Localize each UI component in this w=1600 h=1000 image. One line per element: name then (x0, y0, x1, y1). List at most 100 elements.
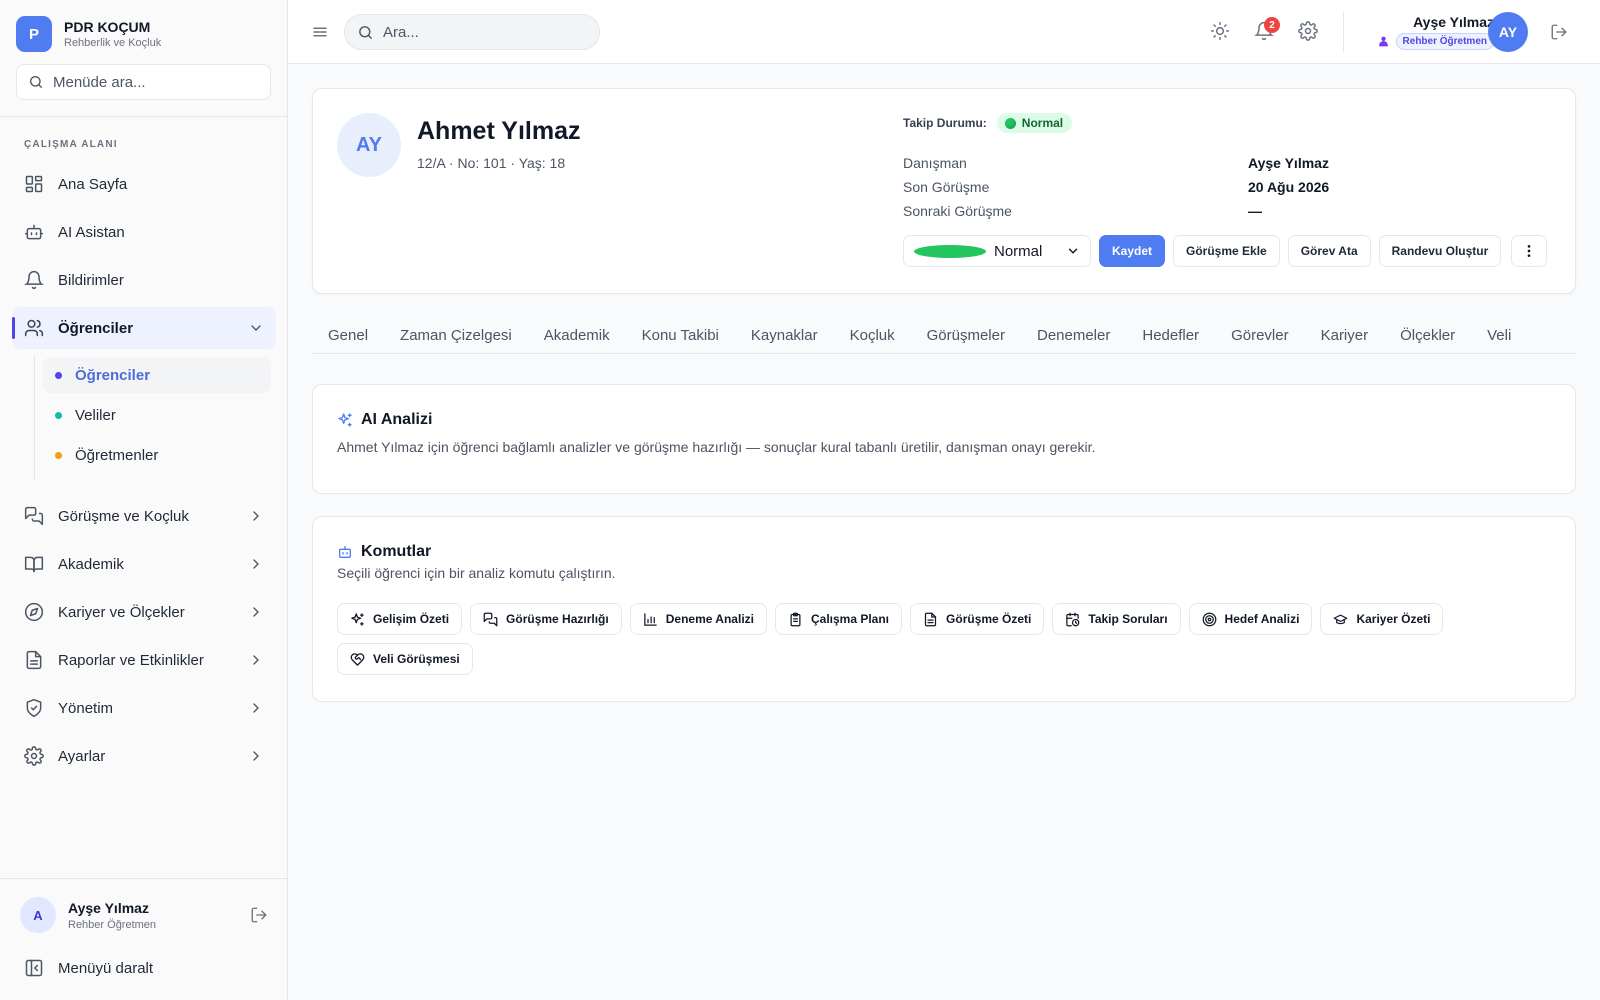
student-avatar: AY (337, 113, 401, 177)
sidebar-item-label: Öğrenciler (58, 319, 134, 337)
sidebar-user: A Ayşe Yılmaz Rehber Öğretmen (20, 897, 268, 933)
info-row: Son Görüşme 20 Ağu 2026 (903, 175, 1543, 199)
graduation-cap-icon (1334, 614, 1348, 624)
create-appointment-button[interactable]: Randevu Oluştur (1378, 235, 1502, 267)
gear-icon[interactable] (1298, 21, 1318, 41)
logout-icon[interactable] (1550, 23, 1568, 41)
sidebar-search-input[interactable] (53, 73, 253, 91)
tab-scales[interactable]: Ölçekler (1384, 316, 1471, 354)
tab-exams[interactable]: Denemeler (1021, 316, 1126, 354)
chat-icon (483, 612, 498, 626)
sidebar-nav: Ana Sayfa AI Asistan Bildirimler Öğrenci… (12, 163, 276, 783)
tab-academic[interactable]: Akademik (528, 316, 626, 354)
calendar-clock-icon (1066, 612, 1080, 626)
sparkles-icon (338, 413, 352, 427)
sun-icon[interactable] (1210, 21, 1230, 41)
divider (0, 116, 287, 117)
subnav-item-parents[interactable]: Veliler (43, 397, 271, 433)
sidebar-item-students[interactable]: Öğrenciler (12, 307, 276, 349)
sidebar-item-meetings-coaching[interactable]: Görüşme ve Koçluk (12, 495, 276, 537)
chevron-right-icon (253, 511, 259, 521)
ai-analysis-description: Ahmet Yılmaz için öğrenci bağlamlı anali… (337, 439, 1096, 455)
command-development-summary[interactable]: Gelişim Özeti (337, 603, 463, 635)
assign-task-button[interactable]: Görev Ata (1287, 235, 1371, 267)
brand[interactable]: P PDR KOÇUM Rehberlik ve Koçluk (16, 16, 161, 52)
subnav-item-students[interactable]: Öğrenciler (43, 357, 271, 393)
panel-collapse-icon (25, 959, 43, 977)
command-label: Takip Soruları (1088, 612, 1168, 626)
sidebar-item-home[interactable]: Ana Sayfa (12, 163, 276, 205)
info-key: Sonraki Görüşme (903, 203, 1012, 219)
command-meeting-prep[interactable]: Görüşme Hazırlığı (470, 603, 622, 635)
tab-timeline[interactable]: Zaman Çizelgesi (384, 316, 528, 354)
student-info-grid: Danışman Ayşe Yılmaz Son Görüşme 20 Ağu … (903, 151, 1543, 223)
subnav-item-teachers[interactable]: Öğretmenler (43, 437, 271, 473)
commands-title: Komutlar (361, 543, 432, 560)
status-badge: Normal (996, 113, 1073, 133)
status-select-value: Normal (994, 242, 1043, 260)
chevron-down-icon (1068, 248, 1078, 254)
tab-general[interactable]: Genel (312, 316, 384, 354)
book-icon (24, 556, 44, 573)
bot-icon (24, 224, 44, 240)
student-profile-card: AY Ahmet Yılmaz 12/A · No: 101 · Yaş: 18… (312, 88, 1576, 294)
tab-parent[interactable]: Veli (1471, 316, 1527, 354)
menu-icon[interactable] (311, 23, 329, 41)
save-button[interactable]: Kaydet (1099, 235, 1166, 267)
sidebar-item-reports-events[interactable]: Raporlar ve Etkinlikler (12, 639, 276, 681)
subnav-item-label: Öğretmenler (75, 446, 159, 464)
student-name: Ahmet Yılmaz (417, 117, 581, 145)
tab-tasks[interactable]: Görevler (1215, 316, 1305, 354)
sidebar-item-label: Raporlar ve Etkinlikler (58, 651, 204, 669)
collapse-menu-button[interactable]: Menüyü daralt (24, 958, 153, 978)
sidebar-item-notifications[interactable]: Bildirimler (12, 259, 276, 301)
tab-goals[interactable]: Hedefler (1126, 316, 1215, 354)
sidebar-search (16, 64, 271, 100)
command-exam-analysis[interactable]: Deneme Analizi (629, 603, 767, 635)
status-select[interactable]: Normal (903, 235, 1091, 267)
command-label: Veli Görüşmesi (373, 652, 460, 666)
info-value: 20 Ağu 2026 (1248, 179, 1330, 195)
command-meeting-summary[interactable]: Görüşme Özeti (910, 603, 1045, 635)
add-meeting-button[interactable]: Görüşme Ekle (1173, 235, 1280, 267)
card-title: AI Analizi (337, 411, 432, 429)
avatar[interactable]: A (20, 897, 56, 933)
command-career-summary[interactable]: Kariyer Özeti (1320, 603, 1444, 635)
sidebar-item-label: Bildirimler (58, 271, 124, 289)
top-user[interactable]: Ayşe Yılmaz Rehber Öğretmen (1377, 13, 1494, 50)
command-study-plan[interactable]: Çalışma Planı (774, 603, 903, 635)
tab-topic-tracking[interactable]: Konu Takibi (626, 316, 735, 354)
tab-meetings[interactable]: Görüşmeler (911, 316, 1021, 354)
sidebar-item-management[interactable]: Yönetim (12, 687, 276, 729)
sidebar-item-label: Yönetim (58, 699, 114, 717)
user-role-icon (1378, 36, 1388, 47)
heart-handshake-icon (350, 652, 365, 666)
brand-logo: P (16, 16, 52, 52)
command-parent-meeting[interactable]: Veli Görüşmesi (337, 643, 473, 675)
command-follow-up-questions[interactable]: Takip Soruları (1052, 603, 1181, 635)
more-options-button[interactable] (1511, 235, 1548, 267)
avatar[interactable]: AY (1488, 12, 1528, 52)
topbar: 2 Ayşe Yılmaz Rehber Öğretmen AY (288, 0, 1600, 64)
sidebar-item-ai-assistant[interactable]: AI Asistan (12, 211, 276, 253)
bullet-dot (55, 451, 62, 459)
users-icon (24, 319, 44, 337)
tab-coaching[interactable]: Koçluk (834, 316, 911, 354)
tab-resources[interactable]: Kaynaklar (735, 316, 834, 354)
info-value: Ayşe Yılmaz (1248, 155, 1329, 171)
sidebar-item-academic[interactable]: Akademik (12, 543, 276, 585)
collapse-menu-label: Menüyü daralt (58, 959, 154, 977)
tab-career[interactable]: Kariyer (1305, 316, 1385, 354)
follow-status-row: Takip Durumu: Normal (903, 113, 1073, 133)
follow-status-label: Takip Durumu: (903, 116, 987, 130)
logout-icon[interactable] (250, 906, 268, 924)
bullet-dot (55, 411, 62, 419)
chevron-right-icon (253, 751, 259, 761)
sidebar-item-settings[interactable]: Ayarlar (12, 735, 276, 777)
student-tabs: Genel Zaman Çizelgesi Akademik Konu Taki… (312, 316, 1576, 354)
sidebar-item-career-scales[interactable]: Kariyer ve Ölçekler (12, 591, 276, 633)
command-goal-analysis[interactable]: Hedef Analizi (1188, 603, 1313, 635)
top-search-input[interactable] (383, 23, 583, 41)
top-user-name: Ayşe Yılmaz (1413, 14, 1494, 30)
shield-icon (26, 698, 42, 718)
